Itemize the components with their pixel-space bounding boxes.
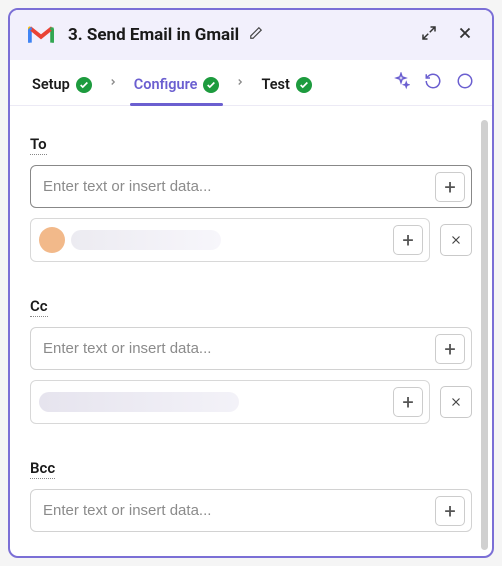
step-tabs: Setup Configure Test [10, 60, 492, 106]
edit-icon[interactable] [249, 25, 263, 45]
cc-input-row: + [30, 327, 472, 370]
scrollbar[interactable] [481, 120, 488, 550]
field-cc: Cc + + [30, 296, 472, 424]
to-input[interactable] [43, 170, 435, 203]
to-label: To [30, 135, 47, 155]
field-to: To + + [30, 134, 472, 262]
undo-icon[interactable] [424, 72, 442, 94]
check-icon [76, 77, 92, 93]
cc-value-row: + [30, 380, 472, 424]
bcc-input-row: + [30, 489, 472, 532]
tab-setup-label: Setup [32, 76, 70, 93]
insert-data-button[interactable]: + [435, 172, 465, 202]
cc-label: Cc [30, 297, 48, 317]
tab-test[interactable]: Test [257, 70, 315, 105]
tab-configure-label: Configure [134, 76, 198, 93]
circle-icon[interactable] [456, 72, 474, 94]
chevron-right-icon [231, 72, 249, 103]
field-bcc: Bcc + [30, 458, 472, 532]
to-input-row: + [30, 165, 472, 208]
sparkle-icon[interactable] [392, 72, 410, 94]
cc-input[interactable] [43, 332, 435, 365]
bcc-input[interactable] [43, 494, 435, 527]
add-button[interactable]: + [393, 387, 423, 417]
insert-data-button[interactable]: + [435, 496, 465, 526]
panel-header: 3. Send Email in Gmail [10, 10, 492, 60]
check-icon [296, 77, 312, 93]
to-redacted-value [71, 230, 221, 250]
form-body: To + + Cc [10, 106, 492, 556]
to-value-row: + [30, 218, 472, 262]
gmail-icon [28, 25, 54, 45]
remove-button[interactable] [440, 224, 472, 256]
tab-setup[interactable]: Setup [28, 70, 96, 105]
to-value-box: + [30, 218, 430, 262]
action-panel: 3. Send Email in Gmail Setup Configure [8, 8, 494, 558]
insert-data-button[interactable]: + [435, 334, 465, 364]
cc-redacted-value [39, 392, 239, 412]
panel-title: 3. Send Email in Gmail [68, 25, 406, 45]
close-icon[interactable] [456, 24, 474, 46]
expand-icon[interactable] [420, 24, 438, 46]
tab-test-label: Test [261, 76, 289, 93]
add-button[interactable]: + [393, 225, 423, 255]
cc-value-box: + [30, 380, 430, 424]
check-icon [203, 77, 219, 93]
tab-configure[interactable]: Configure [130, 70, 224, 105]
remove-button[interactable] [440, 386, 472, 418]
highlight-dot [39, 227, 65, 253]
bcc-label: Bcc [30, 459, 55, 479]
chevron-right-icon [104, 72, 122, 103]
